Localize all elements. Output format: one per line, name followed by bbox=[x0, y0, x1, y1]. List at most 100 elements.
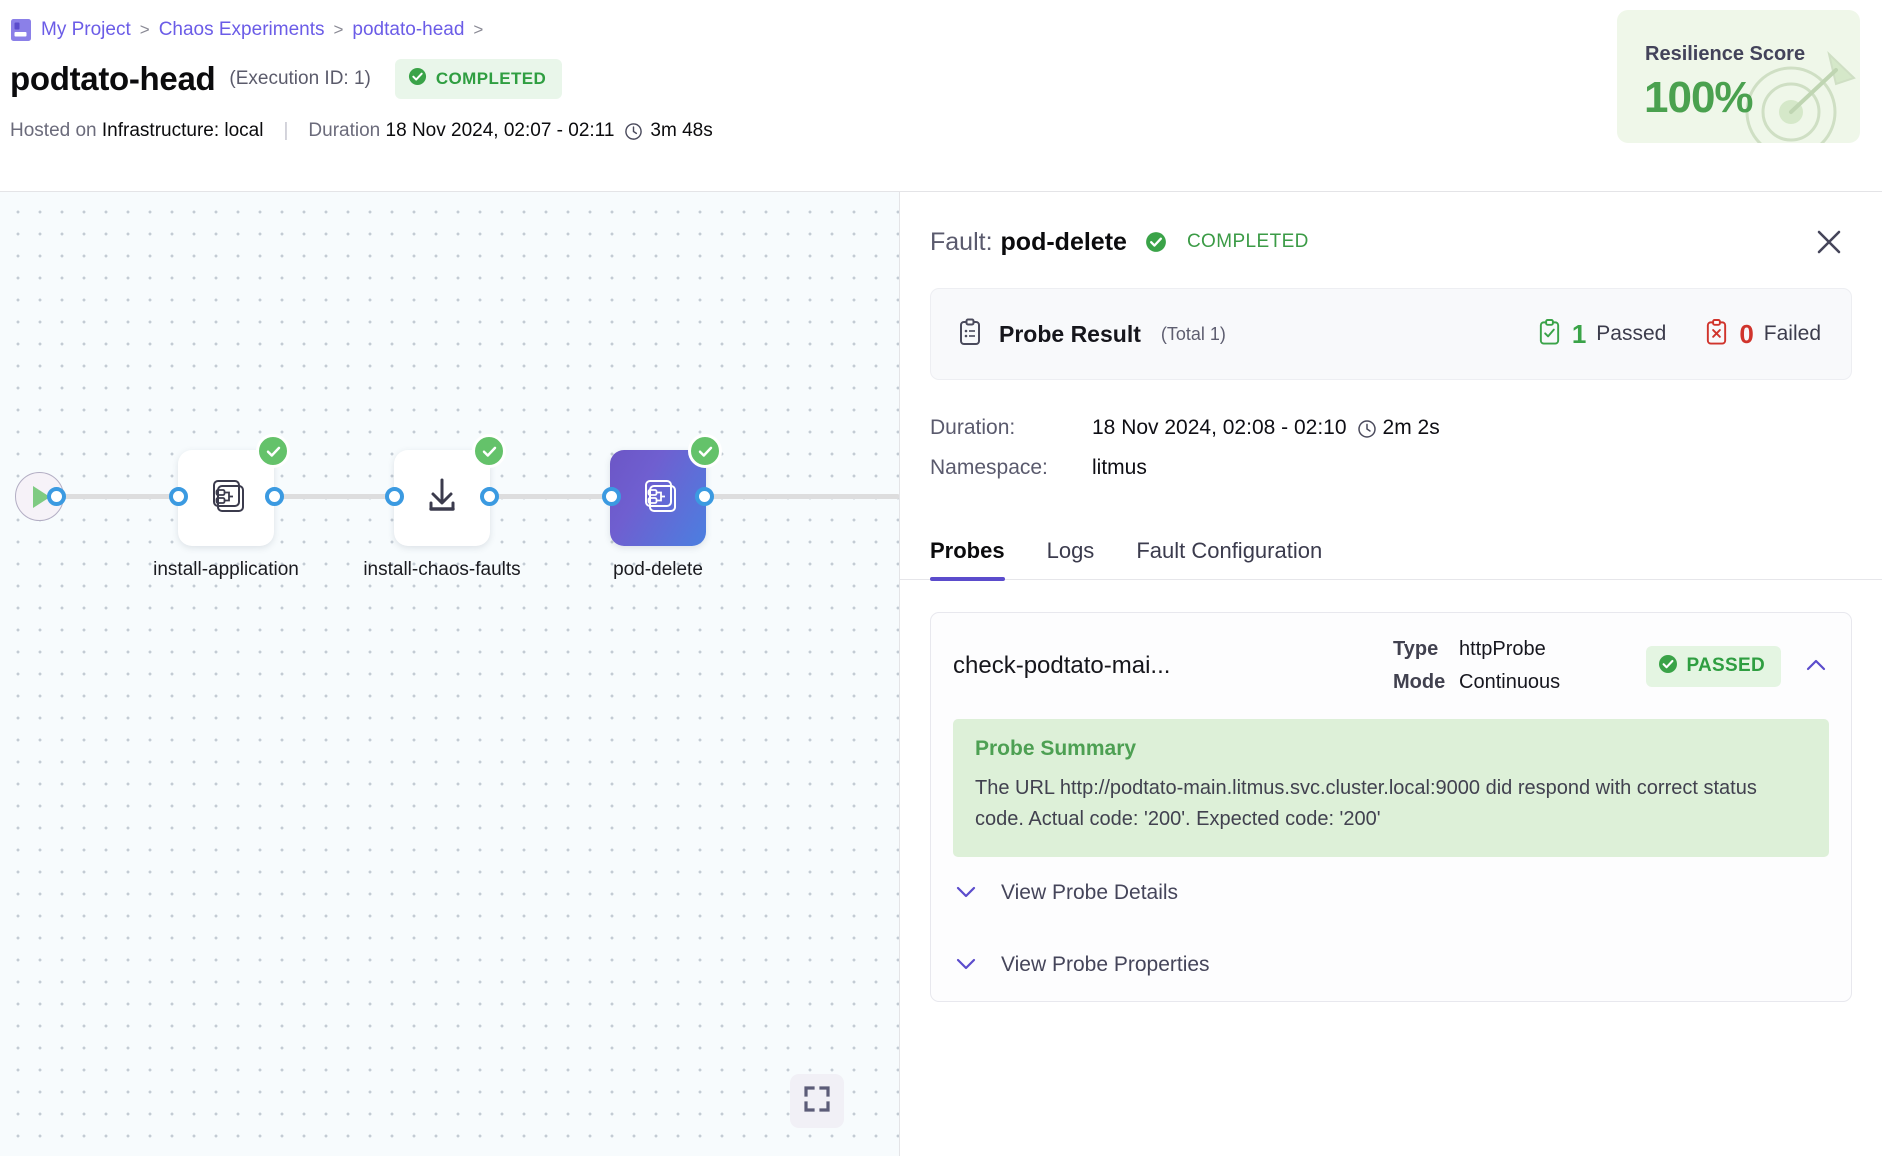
meta-divider: | bbox=[283, 120, 289, 141]
breadcrumb-item-podtato-head[interactable]: podtato-head bbox=[352, 19, 464, 41]
probe-summary-title: Probe Summary bbox=[975, 737, 1137, 760]
fault-duration-key: Duration: bbox=[930, 416, 1016, 439]
port-install-application-out[interactable] bbox=[265, 487, 284, 506]
probe-type-value: httpProbe bbox=[1459, 638, 1546, 660]
title-row: podtato-head (Execution ID: 1) COMPLETED bbox=[0, 44, 1882, 100]
probe-card-header: check-podtato-mai... Type httpProbe Mode… bbox=[931, 613, 1851, 719]
breadcrumb-item-chaos-experiments[interactable]: Chaos Experiments bbox=[159, 19, 325, 41]
probe-summary-box: Probe Summary The URL http://podtato-mai… bbox=[953, 719, 1829, 857]
check-circle-icon bbox=[1145, 231, 1167, 253]
chevron-down-icon bbox=[953, 950, 979, 981]
status-badge-label: COMPLETED bbox=[435, 69, 547, 88]
fault-duration-elapsed: 2m 2s bbox=[1382, 416, 1440, 439]
resilience-score-label: Resilience Score bbox=[1645, 43, 1806, 65]
clock-icon bbox=[624, 122, 643, 141]
view-probe-properties-row[interactable]: View Probe Properties bbox=[931, 929, 1851, 1001]
fault-status: COMPLETED bbox=[1186, 231, 1309, 252]
pipeline-canvas[interactable]: install-application install-chaos-faults bbox=[0, 192, 900, 1156]
fault-namespace-value: litmus bbox=[1092, 456, 1147, 479]
breadcrumb-separator: > bbox=[473, 20, 484, 39]
meta-row: Hosted on Infrastructure: local | Durati… bbox=[0, 100, 1882, 141]
port-pod-delete-out[interactable] bbox=[695, 487, 714, 506]
clipboard-icon bbox=[957, 318, 983, 351]
port-pod-delete-in[interactable] bbox=[602, 487, 621, 506]
breadcrumb: My Project > Chaos Experiments > podtato… bbox=[0, 8, 1882, 44]
breadcrumb-item-my-project[interactable]: My Project bbox=[41, 19, 131, 41]
probe-failed-label: Failed bbox=[1763, 322, 1821, 345]
probe-status-label: PASSED bbox=[1686, 655, 1765, 676]
breadcrumb-separator: > bbox=[333, 20, 344, 39]
breadcrumb-separator: > bbox=[139, 20, 150, 39]
resilience-score-card: Resilience Score 100% bbox=[1617, 10, 1860, 143]
fault-name: pod-delete bbox=[1000, 227, 1127, 256]
node-label-install-application: install-application bbox=[153, 559, 299, 580]
fault-details: Duration: 18 Nov 2024, 02:08 - 02:10 2m … bbox=[930, 408, 1882, 488]
probe-passed-count: 1 bbox=[1571, 318, 1587, 349]
probe-mode-key: Mode bbox=[1393, 671, 1446, 693]
duration-elapsed: 3m 48s bbox=[650, 120, 713, 141]
view-probe-properties-label: View Probe Properties bbox=[1001, 953, 1210, 976]
page-title: podtato-head bbox=[10, 60, 216, 97]
tab-fault-configuration[interactable]: Fault Configuration bbox=[1136, 538, 1322, 579]
probe-failed-stat: 0 Failed bbox=[1704, 318, 1821, 351]
check-circle-icon bbox=[1658, 654, 1678, 679]
check-circle-icon bbox=[472, 434, 506, 468]
node-label-install-chaos-faults: install-chaos-faults bbox=[363, 559, 521, 580]
probe-card: check-podtato-mai... Type httpProbe Mode… bbox=[930, 612, 1852, 1002]
probe-result-summary-card: Probe Result (Total 1) 1 Passed 0 Failed bbox=[930, 288, 1852, 380]
check-circle-icon bbox=[408, 67, 427, 91]
chevron-up-icon[interactable] bbox=[1803, 653, 1829, 679]
probe-type-mode: Type httpProbe Mode Continuous bbox=[1393, 633, 1560, 699]
edge-pod-delete-outgoing bbox=[700, 494, 899, 499]
execution-id: (Execution ID: 1) bbox=[229, 68, 371, 89]
view-probe-details-label: View Probe Details bbox=[1001, 881, 1179, 904]
probe-result-total: (Total 1) bbox=[1160, 323, 1226, 344]
flow-stack-icon bbox=[202, 472, 250, 525]
probe-result-title: Probe Result bbox=[999, 320, 1141, 347]
check-circle-icon bbox=[688, 434, 722, 468]
duration-label: Duration bbox=[308, 120, 381, 141]
probe-failed-count: 0 bbox=[1739, 318, 1754, 349]
clock-icon bbox=[1357, 419, 1376, 438]
fault-detail-panel: Fault: pod-delete COMPLETED Probe Result… bbox=[900, 192, 1882, 1156]
node-pod-delete[interactable] bbox=[610, 434, 722, 546]
tab-probes[interactable]: Probes bbox=[930, 538, 1005, 581]
fullscreen-button[interactable] bbox=[790, 1074, 844, 1128]
check-circle-icon bbox=[256, 434, 290, 468]
node-install-chaos-faults[interactable] bbox=[394, 434, 506, 546]
probe-summary-text: The URL http://podtato-main.litmus.svc.c… bbox=[975, 777, 1757, 830]
probe-mode-value: Continuous bbox=[1459, 671, 1561, 693]
fault-duration-range: 18 Nov 2024, 02:08 - 02:10 bbox=[1092, 416, 1347, 439]
fault-namespace-key: Namespace: bbox=[930, 456, 1048, 479]
probe-passed-label: Passed bbox=[1596, 322, 1667, 345]
port-install-application-in[interactable] bbox=[169, 487, 188, 506]
duration-value: 18 Nov 2024, 02:07 - 02:11 bbox=[385, 120, 615, 141]
probe-passed-stat: 1 Passed bbox=[1537, 318, 1667, 351]
flow-stack-icon bbox=[634, 472, 682, 525]
clipboard-check-icon bbox=[1537, 318, 1562, 351]
hosted-on-label: Hosted on bbox=[10, 120, 97, 141]
chevron-down-icon bbox=[953, 878, 979, 909]
panel-tabs: Probes Logs Fault Configuration bbox=[900, 518, 1882, 581]
tab-logs[interactable]: Logs bbox=[1047, 538, 1095, 579]
status-badge: COMPLETED bbox=[394, 59, 563, 99]
hosted-on-value: Infrastructure: local bbox=[101, 120, 264, 141]
fault-namespace-row: Namespace: litmus bbox=[930, 448, 1882, 488]
port-start-out[interactable] bbox=[47, 487, 66, 506]
probe-name: check-podtato-mai... bbox=[953, 652, 1171, 679]
fault-panel-header: Fault: pod-delete COMPLETED bbox=[900, 192, 1882, 266]
close-icon[interactable] bbox=[1812, 225, 1846, 259]
page-header: My Project > Chaos Experiments > podtato… bbox=[0, 0, 1882, 192]
node-install-application[interactable] bbox=[178, 434, 290, 546]
view-probe-details-row[interactable]: View Probe Details bbox=[931, 857, 1851, 929]
download-icon bbox=[418, 472, 466, 525]
fault-label: Fault: bbox=[930, 227, 993, 256]
resilience-score-value: 100% bbox=[1644, 73, 1754, 122]
port-install-chaos-faults-in[interactable] bbox=[385, 487, 404, 506]
project-icon bbox=[10, 18, 32, 42]
fault-duration-row: Duration: 18 Nov 2024, 02:08 - 02:10 2m … bbox=[930, 408, 1882, 448]
fullscreen-icon bbox=[803, 1085, 831, 1118]
port-install-chaos-faults-out[interactable] bbox=[480, 487, 499, 506]
probe-type-key: Type bbox=[1393, 638, 1439, 660]
fault-duration-value: 18 Nov 2024, 02:08 - 02:10 2m 2s bbox=[1092, 416, 1440, 440]
